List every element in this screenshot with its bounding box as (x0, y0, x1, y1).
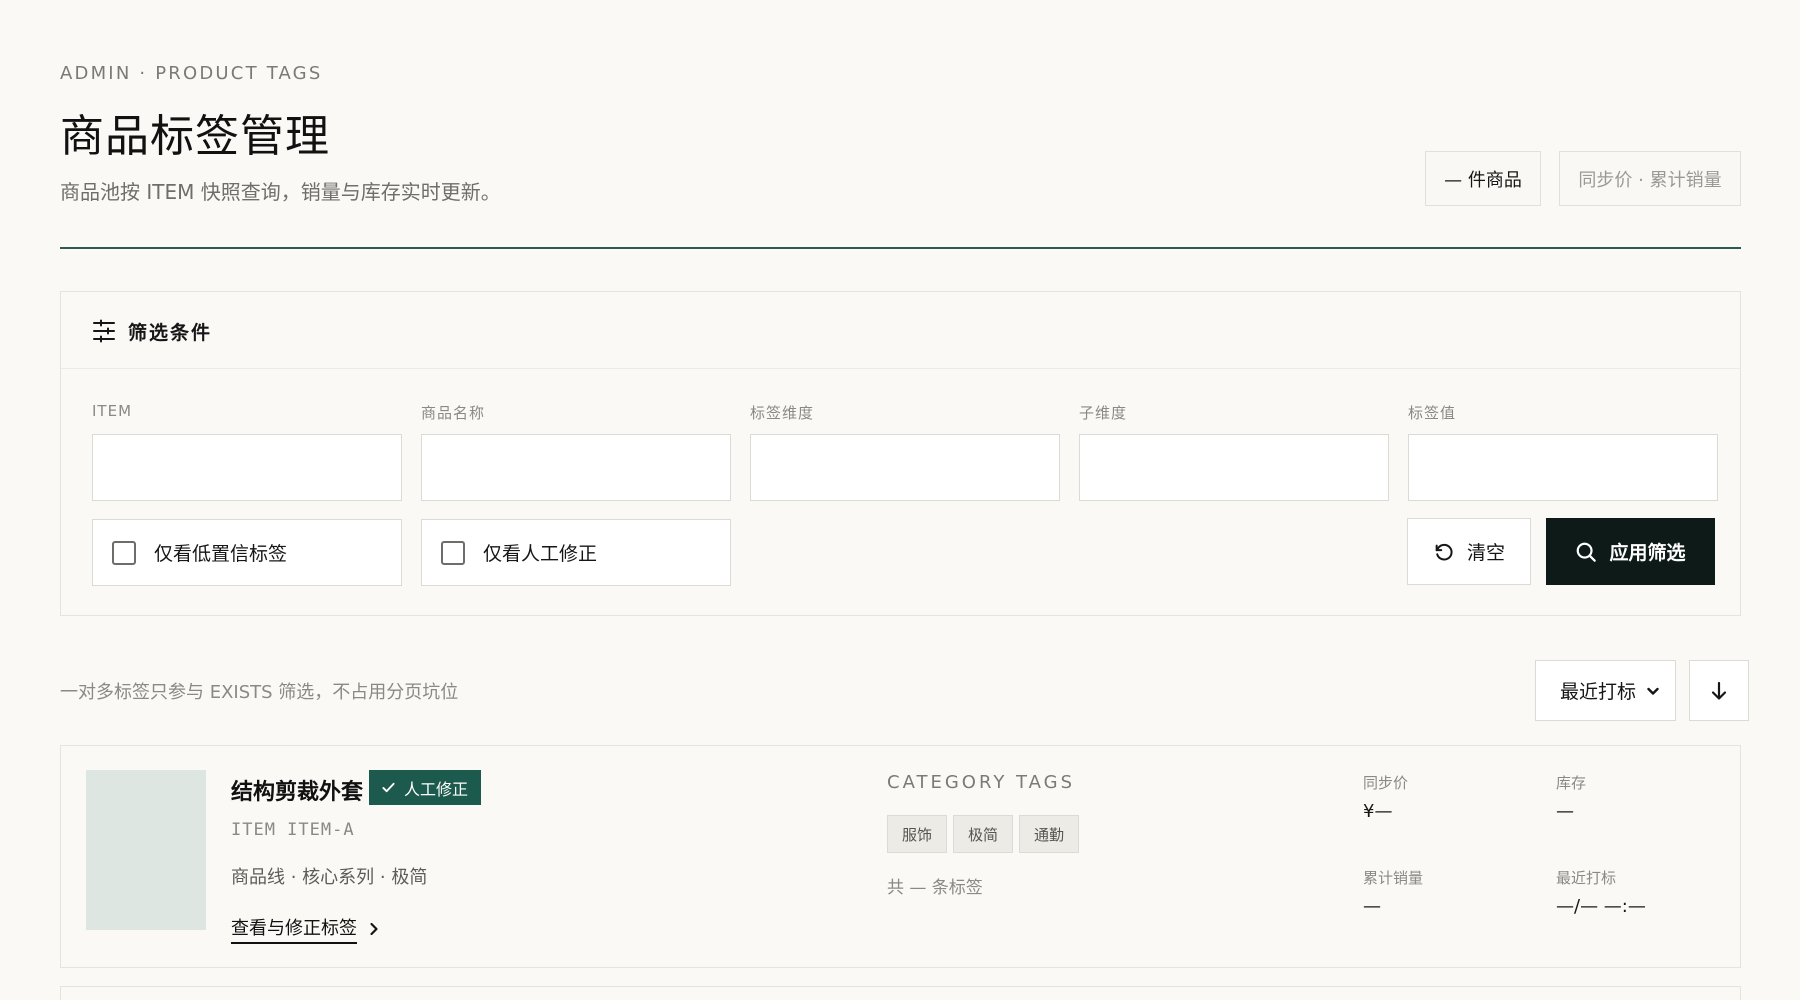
filter-title: 筛选条件 (128, 322, 213, 344)
chevron-right-icon (370, 922, 378, 936)
sort-selected-value: 最近打标 (1560, 681, 1637, 703)
clear-button[interactable]: 清空 (1407, 518, 1531, 585)
category-tag: 服饰 (887, 815, 948, 853)
product-card: 结构剪裁外套 人工修正 ITEM ITEM-A 商品线 · 核心系列 · 极简 … (60, 745, 1741, 968)
apply-filter-button[interactable]: 应用筛选 (1546, 518, 1715, 585)
list-note: 一对多标签只参与 EXISTS 筛选，不占用分页坑位 (60, 682, 459, 703)
tag-count: 共 — 条标签 (887, 878, 983, 898)
product-count-pill: — 件商品 (1425, 151, 1541, 206)
sales-label: 累计销量 (1363, 869, 1424, 887)
header-divider (60, 247, 1741, 249)
checkbox-square[interactable] (112, 540, 136, 565)
name-field-label: 商品名称 (421, 404, 486, 422)
product-thumbnail (86, 770, 206, 930)
clear-label: 清空 (1466, 542, 1505, 564)
tag-value-field-label: 标签值 (1408, 404, 1457, 422)
stock-value: — (1556, 801, 1574, 822)
price-value: ¥— (1363, 801, 1393, 822)
manual-correction-label: 仅看人工修正 (483, 543, 598, 565)
view-edit-tags-link[interactable]: 查看与修正标签 (231, 914, 381, 944)
chevron-down-icon (1647, 687, 1659, 695)
item-field-label: ITEM (92, 402, 133, 420)
category-tags-heading: CATEGORY TAGS (887, 772, 1076, 793)
sort-direction-button[interactable] (1689, 660, 1749, 721)
price-label: 同步价 (1363, 774, 1409, 792)
search-icon (1577, 542, 1597, 562)
item-code: ITEM ITEM-A (231, 820, 355, 840)
low-confidence-label: 仅看低置信标签 (154, 543, 288, 565)
subdimension-input[interactable] (1079, 434, 1389, 501)
page-title: 商品标签管理 (60, 111, 330, 162)
category-tag: 极简 (953, 815, 1014, 853)
low-confidence-checkbox[interactable]: 仅看低置信标签 (92, 519, 402, 586)
arrow-down-icon (1711, 681, 1727, 700)
badge-label: 人工修正 (404, 779, 469, 799)
sales-value: — (1363, 896, 1381, 917)
sort-select[interactable]: 最近打标 (1535, 660, 1676, 721)
subdimension-field-label: 子维度 (1079, 404, 1128, 422)
tag-dimension-input[interactable] (750, 434, 1060, 501)
product-card (60, 986, 1741, 1000)
item-input[interactable] (92, 434, 402, 501)
filter-header: 筛选条件 (61, 292, 1740, 369)
tag-value-input[interactable] (1408, 434, 1718, 501)
filter-panel: 筛选条件 ITEM 商品名称 标签维度 子维度 标签值 仅看低置信标签 仅看人工… (60, 291, 1741, 616)
product-meta: 商品线 · 核心系列 · 极简 (231, 867, 428, 888)
checkbox-square[interactable] (441, 540, 465, 565)
dimension-field-label: 标签维度 (750, 404, 815, 422)
last-tag-value: —/— —:— (1556, 896, 1646, 917)
product-name: 结构剪裁外套 (231, 780, 364, 805)
sync-info-pill: 同步价 · 累计销量 (1559, 151, 1741, 206)
manual-correction-badge: 人工修正 (369, 770, 482, 805)
view-edit-tags-label[interactable]: 查看与修正标签 (231, 914, 357, 944)
page-subtitle: 商品池按 ITEM 快照查询，销量与库存实时更新。 (60, 180, 501, 204)
category-tag: 通勤 (1019, 815, 1080, 853)
check-icon (382, 782, 395, 793)
sliders-icon (93, 319, 115, 343)
apply-filter-label: 应用筛选 (1609, 542, 1686, 564)
reset-icon (1435, 543, 1453, 560)
last-tag-label: 最近打标 (1556, 869, 1617, 887)
manual-correction-checkbox[interactable]: 仅看人工修正 (421, 519, 731, 586)
breadcrumb: ADMIN · PRODUCT TAGS (60, 63, 323, 84)
stock-label: 库存 (1556, 774, 1587, 792)
product-name-input[interactable] (421, 434, 731, 501)
